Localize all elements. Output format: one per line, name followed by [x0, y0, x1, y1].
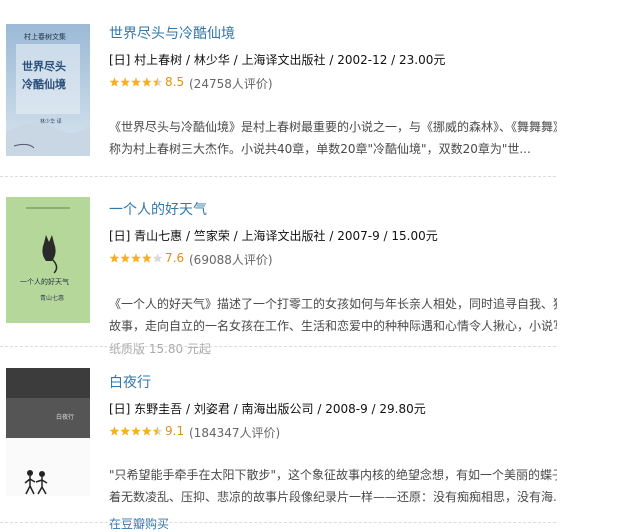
cover-title: 一个人的好天气 — [20, 278, 69, 286]
cover-art — [6, 197, 90, 323]
star-filled — [120, 253, 130, 263]
book-item: 一个人的好天气 青山七惠 一个人的好天气 [日] 青山七惠 / 竺家荣 / 上海… — [0, 182, 640, 356]
separator — [0, 522, 556, 523]
cover-author: 青山七惠 — [40, 295, 65, 302]
star-filled — [131, 77, 141, 87]
description-line: 称为村上春树三大杰作。小说共40章，单数20章"冷酷仙境"，双数20章为"世..… — [109, 142, 531, 156]
buy-on-douban-link[interactable]: 在豆瓣购买 — [109, 515, 169, 532]
book-cover-image[interactable]: 一个人的好天气 青山七惠 — [6, 197, 90, 323]
cover-translator: 林少华 译 — [40, 119, 62, 125]
star-filled — [142, 253, 152, 263]
book-publisher-info: [日] 东野圭吾 / 刘姿君 / 南海出版公司 / 2008-9 / 29.80… — [109, 402, 426, 416]
separator — [0, 346, 556, 347]
cover-title: 白夜行 — [56, 414, 75, 421]
star-filled — [142, 77, 152, 87]
star-filled — [120, 426, 130, 436]
star-filled — [109, 77, 120, 87]
book-cover-image[interactable]: 白夜行 — [6, 368, 90, 496]
star-filled — [109, 426, 120, 436]
book-description: 《世界尽头与冷酷仙境》是村上春树最重要的小说之一，与《挪威的森林》、《舞舞舞》合… — [109, 116, 557, 160]
star-filled — [120, 77, 130, 87]
description-line: 《一个人的好天气》描述了一个打零工的女孩如何与年长亲人相处，同时追寻自我、独立的 — [109, 297, 557, 311]
cover-series: 村上春树文集 — [24, 33, 66, 41]
book-description: "只希望能手牵手在太阳下散步"，这个象征故事内核的绝望念想，有如一个美丽的蝶子，… — [109, 464, 557, 508]
rating-count: (69088人评价) — [189, 253, 273, 267]
rating-score: 8.5 — [165, 75, 185, 89]
description-line: "只希望能手牵手在太阳下散步"，这个象征故事内核的绝望念想，有如一个美丽的蝶子，… — [109, 468, 557, 482]
separator — [0, 176, 556, 177]
description-line: 着无数凌乱、压抑、悲凉的故事片段像纪录片一样——还原：没有痴痴相思，没有海... — [109, 490, 557, 504]
description-line: 《世界尽头与冷酷仙境》是村上春树最重要的小说之一，与《挪威的森林》、《舞舞舞》合 — [109, 120, 557, 134]
book-publisher-info: [日] 青山七惠 / 竺家荣 / 上海译文出版社 / 2007-9 / 15.0… — [109, 229, 438, 243]
book-info: 世界尽头与冷酷仙境 [日] 村上春树 / 林少华 / 上海译文出版社 / 200… — [109, 23, 579, 163]
book-info: 白夜行 [日] 东野圭吾 / 刘姿君 / 南海出版公司 / 2008-9 / 2… — [109, 372, 579, 531]
star-filled — [131, 253, 141, 263]
star-filled — [131, 426, 141, 436]
star-filled — [142, 426, 152, 436]
rating-stars-icon — [109, 77, 163, 87]
rating-count: (24758人评价) — [189, 77, 273, 91]
book-item: 白夜行 白夜行 [日] 东野圭吾 / 刘姿君 / 南海出版公司 / 2008-9… — [0, 352, 640, 531]
cover-title-line1: 世界尽头 — [22, 60, 66, 73]
book-title-link[interactable]: 一个人的好天气 — [109, 199, 207, 219]
rating-stars-icon — [109, 253, 163, 263]
rating-score: 7.6 — [165, 251, 185, 265]
book-title-link[interactable]: 白夜行 — [109, 372, 151, 392]
star-filled — [109, 253, 120, 263]
rating-score: 9.1 — [165, 424, 185, 438]
book-publisher-info: [日] 村上春树 / 林少华 / 上海译文出版社 / 2002-12 / 23.… — [109, 53, 446, 67]
rating-count: (184347人评价) — [189, 426, 281, 440]
description-line: 故事，走向自立的一名女孩在工作、生活和恋爱中的种种际遇和心情令人揪心，小说写..… — [109, 319, 557, 333]
book-title-link[interactable]: 世界尽头与冷酷仙境 — [109, 23, 235, 43]
book-cover-image[interactable]: 村上春树文集 世界尽头 冷酷仙境 林少华 译 — [6, 24, 90, 156]
star-empty — [152, 253, 163, 263]
rating-stars-icon — [109, 426, 163, 436]
book-item: 村上春树文集 世界尽头 冷酷仙境 林少华 译 世界尽头与冷酷仙境 [日] 村上春… — [0, 10, 640, 170]
cover-art — [6, 368, 90, 496]
book-description: 《一个人的好天气》描述了一个打零工的女孩如何与年长亲人相处，同时追寻自我、独立的… — [109, 293, 557, 337]
cover-title-line2: 冷酷仙境 — [22, 78, 66, 91]
book-info: 一个人的好天气 [日] 青山七惠 / 竺家荣 / 上海译文出版社 / 2007-… — [109, 199, 579, 356]
